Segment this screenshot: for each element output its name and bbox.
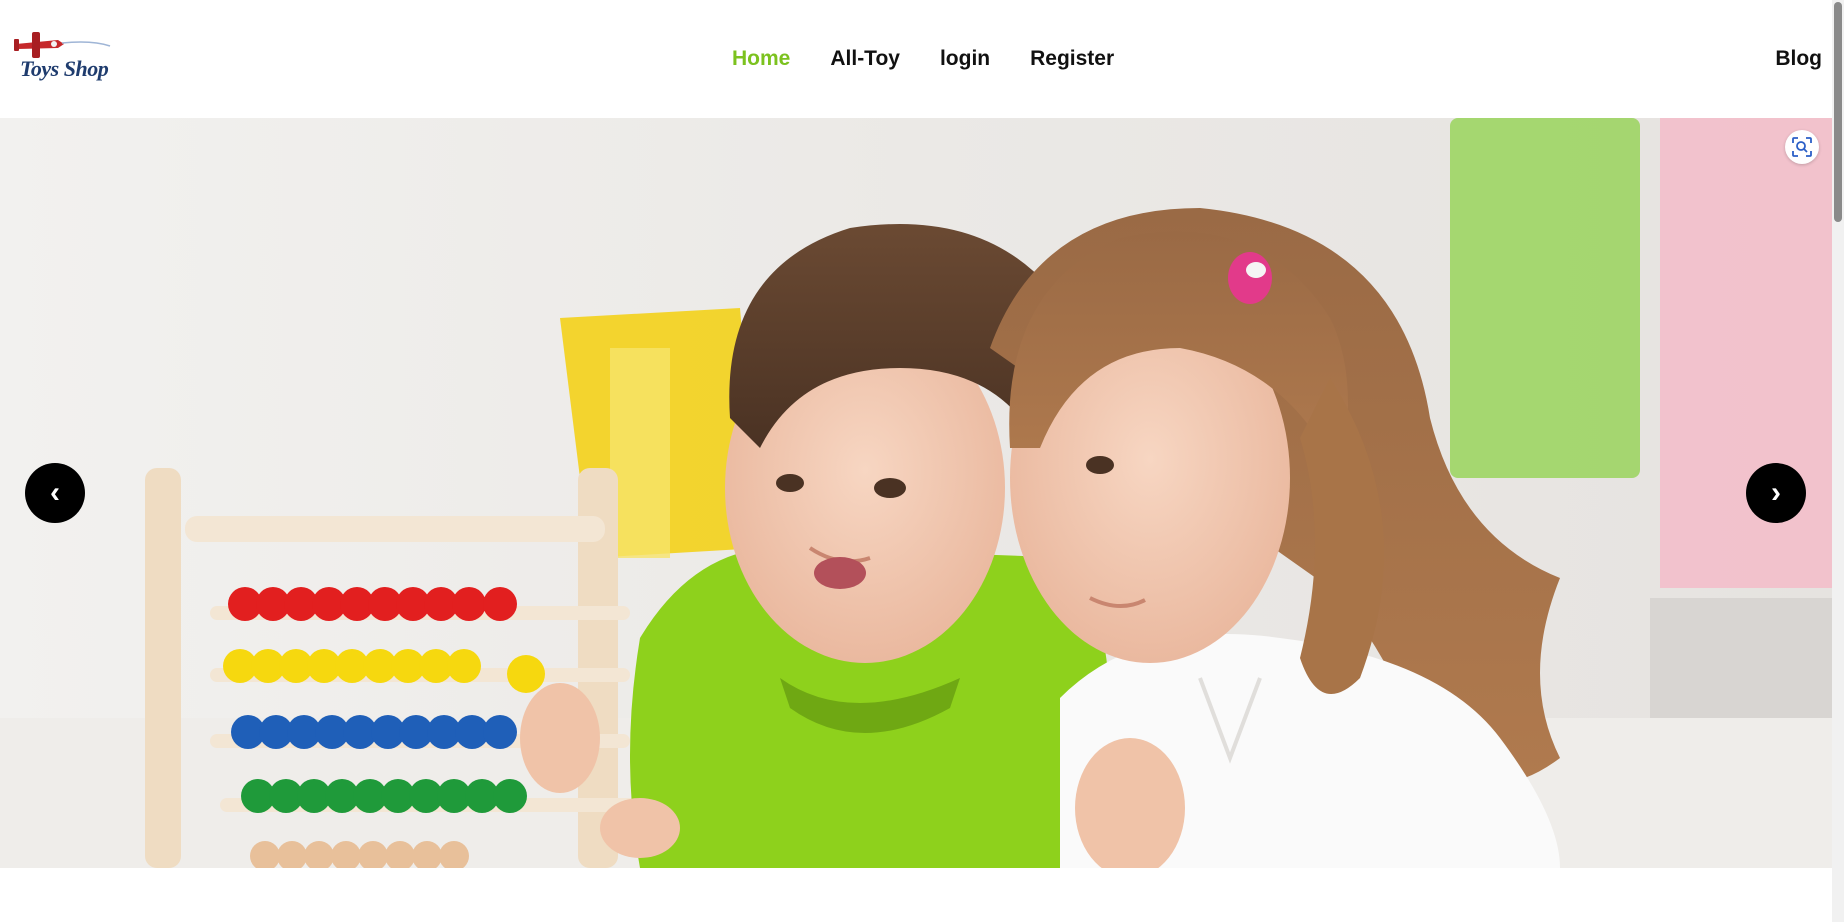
nav-register-link[interactable]: Register [1030,46,1114,72]
visual-search-icon [1792,137,1812,157]
carousel-next-button[interactable]: › [1746,463,1806,523]
logo-text: Toys Shop [20,56,109,81]
scrollbar-thumb[interactable] [1834,2,1842,222]
navbar: Toys Shop Home All-Toy login Register Bl… [0,0,1832,118]
hero-image [0,118,1832,868]
hero-carousel: ‹ › [0,118,1832,868]
brand-logo[interactable]: Toys Shop [12,30,112,86]
visual-search-button[interactable] [1785,130,1819,164]
carousel-prev-button[interactable]: ‹ [25,463,85,523]
nav-blog-link[interactable]: Blog [1775,46,1822,72]
page-scrollbar[interactable] [1832,0,1844,922]
main-nav: Home All-Toy login Register [732,46,1114,72]
nav-home-link[interactable]: Home [732,46,790,72]
nav-login-link[interactable]: login [940,46,990,72]
nav-all-toy-link[interactable]: All-Toy [830,46,900,72]
